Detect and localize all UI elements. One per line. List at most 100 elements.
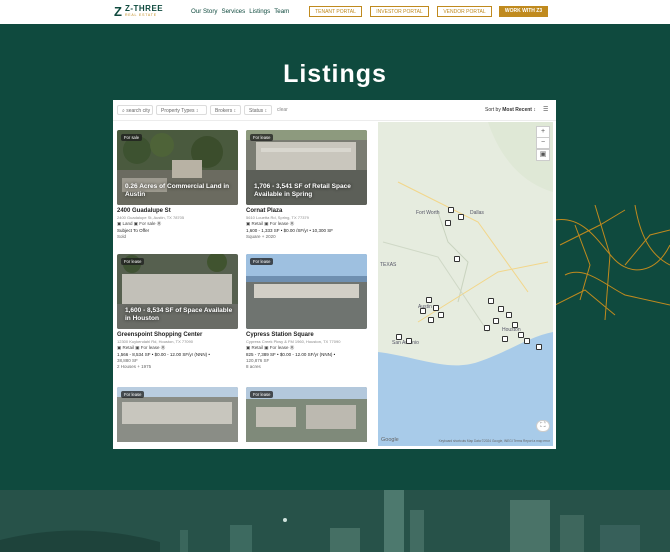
- listing-photo: For lease: [246, 254, 367, 329]
- listing-title: 2400 Guadalupe St: [117, 208, 171, 214]
- listing-extra: Square + 2020: [246, 234, 276, 239]
- map-attribution[interactable]: Keyboard shortcuts Map Data ©2024 Google…: [439, 439, 550, 443]
- status-select[interactable]: Status ↕: [244, 105, 272, 115]
- listing-address: Cypress Creek Pkwy & FM 1960, Houston, T…: [246, 339, 341, 344]
- filter-bar: ⌕ search city Property Types ↕ Brokers ↕…: [113, 100, 556, 121]
- map-pin[interactable]: [445, 220, 451, 226]
- map-pin[interactable]: [420, 308, 426, 314]
- page-title: Listings: [283, 60, 387, 88]
- listings-embed: ⌕ search city Property Types ↕ Brokers ↕…: [113, 100, 556, 449]
- work-with-us-button[interactable]: WORK WITH Z3: [499, 6, 548, 17]
- investor-portal-button[interactable]: INVESTOR PORTAL: [370, 6, 429, 17]
- map-pin[interactable]: [448, 207, 454, 213]
- map-pin[interactable]: [498, 306, 504, 312]
- listing-photo-caption: 0.26 Acres of Commercial Land in Austin: [125, 183, 230, 198]
- google-logo: Google: [381, 437, 399, 443]
- map-pin[interactable]: [458, 214, 464, 220]
- logo-name: Z-THREE: [124, 4, 164, 13]
- map-pin[interactable]: [524, 338, 530, 344]
- listing-card[interactable]: For lease 1,706 - 3,541 SF of Retail Spa…: [246, 130, 367, 245]
- map-label-texas: TEXAS: [380, 262, 397, 268]
- listing-card[interactable]: For lease Cypress Station Square Cypress…: [246, 254, 367, 374]
- list-view-icon[interactable]: ☰: [543, 106, 548, 113]
- map-label-dallas: Dallas: [470, 210, 484, 216]
- listing-extra: Sold: [117, 234, 127, 239]
- listing-tags: ▣ Retail ▣ For lease Ⓜ: [117, 345, 166, 350]
- property-types-select[interactable]: Property Types ↕: [156, 105, 207, 115]
- map-pin[interactable]: [536, 344, 542, 350]
- map-pin[interactable]: [406, 338, 412, 344]
- map-pin[interactable]: [433, 305, 439, 311]
- decorative-map-lines: [555, 205, 670, 320]
- listing-extra: 38,880 SF: [117, 358, 138, 363]
- map-pin[interactable]: [512, 322, 518, 328]
- listing-title: Cypress Station Square: [246, 332, 314, 338]
- clear-filters-link[interactable]: clear: [277, 107, 288, 113]
- map-pin[interactable]: [438, 312, 444, 318]
- map-pin[interactable]: [454, 256, 460, 262]
- listing-price: 1,566 - 8,534 SF • $0.00 - 12.00 SF/yr (…: [117, 352, 210, 357]
- listing-extra-detail: 8 acres: [246, 364, 261, 369]
- map-pin[interactable]: [426, 297, 432, 303]
- listing-extra-detail: 2 Houses + 1975: [117, 364, 152, 369]
- logo-tagline: REAL ESTATE: [124, 13, 157, 17]
- listing-status-badge: For lease: [121, 391, 145, 398]
- map-pin[interactable]: [518, 332, 524, 338]
- listing-card[interactable]: For lease 1,600 - 8,534 SF of Space Avai…: [117, 254, 238, 374]
- listing-title: Cornat Plaza: [246, 208, 283, 214]
- nav-link-listings[interactable]: Listings: [249, 8, 270, 15]
- listing-status-badge: For lease: [250, 258, 274, 265]
- map-pin[interactable]: [488, 298, 494, 304]
- city-skyline-image: [0, 490, 670, 552]
- listing-extra: 120,876 SF: [246, 358, 270, 363]
- map-pin[interactable]: [506, 312, 512, 318]
- listing-price: Subject To Offer: [117, 228, 150, 233]
- listings-map[interactable]: + − ▣ ⛶ Fort Worth Dallas TEXAS Austin H…: [378, 122, 553, 446]
- listing-address: 12300 Kuykendahl Rd, Houston, TX 77090: [117, 339, 193, 344]
- listing-photo: For lease: [117, 387, 238, 442]
- search-city-input[interactable]: ⌕ search city: [117, 105, 153, 115]
- nav-link-services[interactable]: Services: [221, 8, 245, 15]
- logo[interactable]: Z Z-THREE REAL ESTATE: [114, 4, 163, 18]
- listing-address: 5610 Louetta Rd, Spring, TX 77379: [246, 215, 309, 220]
- fullscreen-button[interactable]: ⛶: [536, 420, 550, 432]
- nav-link-team[interactable]: Team: [274, 8, 289, 15]
- listing-title: Greenspoint Shopping Center: [117, 332, 203, 338]
- listing-tags: ▣ Land ▣ For sale Ⓜ: [117, 221, 162, 226]
- logo-mark: Z: [114, 3, 122, 19]
- map-pin[interactable]: [396, 334, 402, 340]
- listing-status-badge: For lease: [250, 134, 274, 141]
- listing-card[interactable]: For sale 0.26 Acres of Commercial Land i…: [117, 130, 238, 245]
- listing-photo-caption: 1,706 - 3,541 SF of Retail Space Availab…: [254, 183, 351, 198]
- listing-photo: For lease 1,600 - 8,534 SF of Space Avai…: [117, 254, 238, 329]
- map-pin[interactable]: [493, 318, 499, 324]
- vendor-portal-button[interactable]: VENDOR PORTAL: [437, 6, 492, 17]
- tenant-portal-button[interactable]: TENANT PORTAL: [309, 6, 362, 17]
- map-pin[interactable]: [502, 336, 508, 342]
- nav-link-our-story[interactable]: Our Story: [191, 8, 217, 15]
- listing-card[interactable]: For lease: [246, 387, 367, 442]
- map-label-fort-worth: Fort Worth: [416, 210, 440, 216]
- listing-price: 1,600 - 1,333 SF • $0.00 /SF/yr • 10,300…: [246, 228, 333, 233]
- map-pin[interactable]: [428, 317, 434, 323]
- brokers-select[interactable]: Brokers ↕: [210, 105, 241, 115]
- zoom-out-button[interactable]: −: [536, 137, 550, 149]
- listing-card[interactable]: For lease: [117, 387, 238, 442]
- top-navigation: Z Z-THREE REAL ESTATE Our Story Services…: [0, 0, 670, 24]
- sort-label: Sort by: [485, 107, 501, 113]
- listing-status-badge: For sale: [121, 134, 143, 141]
- aerial-photo-station-square: [246, 254, 367, 329]
- listing-photo: For lease: [246, 387, 367, 442]
- listing-photo-caption: 1,600 - 8,534 SF of Space Available in H…: [125, 307, 233, 322]
- sort-value: Most Recent ↕: [502, 107, 536, 113]
- listing-price: 825 - 7,389 SF • $0.00 - 12.00 SF/yr (NN…: [246, 352, 336, 357]
- listing-address: 2400 Guadalupe St, Austin, TX 78705: [117, 215, 185, 220]
- listing-photo: For lease 1,706 - 3,541 SF of Retail Spa…: [246, 130, 367, 205]
- skyline-photo: [0, 490, 670, 552]
- map-pin[interactable]: [484, 325, 490, 331]
- nav-links: Our Story Services Listings Team: [191, 8, 289, 15]
- sort-control[interactable]: Sort by Most Recent ↕: [485, 107, 536, 113]
- map-layers-button[interactable]: ▣: [536, 149, 550, 161]
- listing-tags: ▣ Retail ▣ For lease Ⓜ: [246, 221, 295, 226]
- listing-photo: For sale 0.26 Acres of Commercial Land i…: [117, 130, 238, 205]
